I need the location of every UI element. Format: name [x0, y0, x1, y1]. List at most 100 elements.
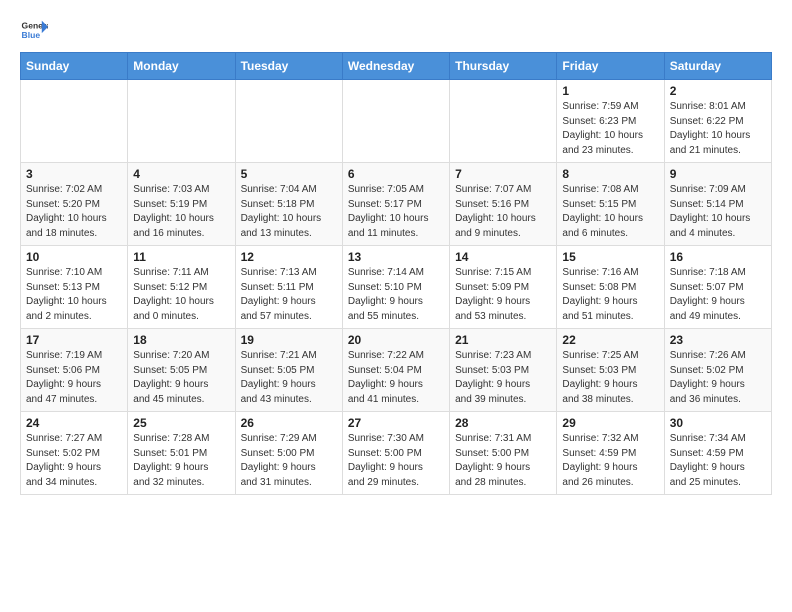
day-info: Sunrise: 7:26 AM Sunset: 5:02 PM Dayligh…: [670, 349, 766, 407]
day-number: 25: [133, 416, 229, 430]
day-info: Sunrise: 7:20 AM Sunset: 5:05 PM Dayligh…: [133, 349, 229, 407]
calendar-cell: 20Sunrise: 7:22 AM Sunset: 5:04 PM Dayli…: [342, 329, 449, 412]
calendar-cell: 14 Sunrise: 7:15 AM Sunset: 5:09 PM Dayli…: [450, 246, 557, 329]
day-info: Sunrise: 7:32 AM Sunset: 4:59 PM Dayligh…: [562, 432, 658, 490]
calendar-cell: 7Sunrise: 7:07 AM Sunset: 5:16 PM Daylig…: [450, 163, 557, 246]
calendar-week-5: 24 Sunrise: 7:27 AM Sunset: 5:02 PM Dayli…: [21, 412, 772, 495]
day-info: Sunrise: 7:25 AM Sunset: 5:03 PM Dayligh…: [562, 349, 658, 407]
day-info: Sunrise: 7:05 AM Sunset: 5:17 PM Dayligh…: [348, 183, 444, 241]
day-number: 14: [455, 250, 551, 264]
day-info: Sunrise: 8:01 AM Sunset: 6:22 PM Dayligh…: [670, 100, 766, 158]
calendar-cell: 23Sunrise: 7:26 AM Sunset: 5:02 PM Dayli…: [664, 329, 771, 412]
weekday-wednesday: Wednesday: [342, 53, 449, 80]
calendar-cell: 24 Sunrise: 7:27 AM Sunset: 5:02 PM Dayli…: [21, 412, 128, 495]
day-number: 27: [348, 416, 444, 430]
day-number: 21: [455, 333, 551, 347]
day-number: 4: [133, 167, 229, 181]
day-info: Sunrise: 7:11 AM Sunset: 5:12 PM Dayligh…: [133, 266, 229, 324]
weekday-thursday: Thursday: [450, 53, 557, 80]
day-number: 24: [26, 416, 122, 430]
day-info: Sunrise: 7:16 AM Sunset: 5:08 PM Dayligh…: [562, 266, 658, 324]
calendar-cell: 6 Sunrise: 7:05 AM Sunset: 5:17 PM Daylig…: [342, 163, 449, 246]
calendar-cell: 22 Sunrise: 7:25 AM Sunset: 5:03 PM Dayli…: [557, 329, 664, 412]
calendar-cell: [21, 80, 128, 163]
day-info: Sunrise: 7:18 AM Sunset: 5:07 PM Dayligh…: [670, 266, 766, 324]
day-number: 13: [348, 250, 444, 264]
day-info: Sunrise: 7:34 AM Sunset: 4:59 PM Dayligh…: [670, 432, 766, 490]
calendar-cell: 8 Sunrise: 7:08 AM Sunset: 5:15 PM Daylig…: [557, 163, 664, 246]
day-info: Sunrise: 7:21 AM Sunset: 5:05 PM Dayligh…: [241, 349, 337, 407]
day-info: Sunrise: 7:28 AM Sunset: 5:01 PM Dayligh…: [133, 432, 229, 490]
day-number: 6: [348, 167, 444, 181]
day-number: 15: [562, 250, 658, 264]
day-number: 1: [562, 84, 658, 98]
calendar-cell: 9 Sunrise: 7:09 AM Sunset: 5:14 PM Daylig…: [664, 163, 771, 246]
day-info: Sunrise: 7:23 AM Sunset: 5:03 PM Dayligh…: [455, 349, 551, 407]
day-number: 11: [133, 250, 229, 264]
day-info: Sunrise: 7:13 AM Sunset: 5:11 PM Dayligh…: [241, 266, 337, 324]
weekday-sunday: Sunday: [21, 53, 128, 80]
calendar-week-1: 1Sunrise: 7:59 AM Sunset: 6:23 PM Daylig…: [21, 80, 772, 163]
calendar-cell: 13 Sunrise: 7:14 AM Sunset: 5:10 PM Dayli…: [342, 246, 449, 329]
calendar-cell: 19 Sunrise: 7:21 AM Sunset: 5:05 PM Dayli…: [235, 329, 342, 412]
calendar-cell: 2Sunrise: 8:01 AM Sunset: 6:22 PM Daylig…: [664, 80, 771, 163]
calendar-cell: 18 Sunrise: 7:20 AM Sunset: 5:05 PM Dayli…: [128, 329, 235, 412]
calendar-cell: 4 Sunrise: 7:03 AM Sunset: 5:19 PM Daylig…: [128, 163, 235, 246]
calendar-cell: [342, 80, 449, 163]
calendar-cell: [235, 80, 342, 163]
day-number: 8: [562, 167, 658, 181]
day-info: Sunrise: 7:15 AM Sunset: 5:09 PM Dayligh…: [455, 266, 551, 324]
day-number: 9: [670, 167, 766, 181]
calendar-cell: 10 Sunrise: 7:10 AM Sunset: 5:13 PM Dayli…: [21, 246, 128, 329]
day-number: 22: [562, 333, 658, 347]
weekday-tuesday: Tuesday: [235, 53, 342, 80]
page-header: General Blue: [20, 16, 772, 44]
calendar-cell: 25 Sunrise: 7:28 AM Sunset: 5:01 PM Dayli…: [128, 412, 235, 495]
calendar-cell: 29Sunrise: 7:32 AM Sunset: 4:59 PM Dayli…: [557, 412, 664, 495]
day-info: Sunrise: 7:09 AM Sunset: 5:14 PM Dayligh…: [670, 183, 766, 241]
calendar-cell: 1Sunrise: 7:59 AM Sunset: 6:23 PM Daylig…: [557, 80, 664, 163]
day-info: Sunrise: 7:02 AM Sunset: 5:20 PM Dayligh…: [26, 183, 122, 241]
logo-icon: General Blue: [20, 16, 48, 44]
day-number: 5: [241, 167, 337, 181]
logo: General Blue: [20, 16, 48, 44]
day-info: Sunrise: 7:19 AM Sunset: 5:06 PM Dayligh…: [26, 349, 122, 407]
day-info: Sunrise: 7:03 AM Sunset: 5:19 PM Dayligh…: [133, 183, 229, 241]
day-number: 17: [26, 333, 122, 347]
day-number: 26: [241, 416, 337, 430]
day-number: 10: [26, 250, 122, 264]
calendar-cell: 12 Sunrise: 7:13 AM Sunset: 5:11 PM Dayli…: [235, 246, 342, 329]
weekday-header-row: SundayMondayTuesdayWednesdayThursdayFrid…: [21, 53, 772, 80]
day-number: 3: [26, 167, 122, 181]
day-info: Sunrise: 7:27 AM Sunset: 5:02 PM Dayligh…: [26, 432, 122, 490]
calendar-cell: 26 Sunrise: 7:29 AM Sunset: 5:00 PM Dayli…: [235, 412, 342, 495]
calendar-week-3: 10 Sunrise: 7:10 AM Sunset: 5:13 PM Dayli…: [21, 246, 772, 329]
day-info: Sunrise: 7:14 AM Sunset: 5:10 PM Dayligh…: [348, 266, 444, 324]
day-info: Sunrise: 7:31 AM Sunset: 5:00 PM Dayligh…: [455, 432, 551, 490]
day-number: 12: [241, 250, 337, 264]
day-number: 18: [133, 333, 229, 347]
svg-text:Blue: Blue: [22, 30, 41, 40]
day-info: Sunrise: 7:29 AM Sunset: 5:00 PM Dayligh…: [241, 432, 337, 490]
day-number: 30: [670, 416, 766, 430]
day-number: 19: [241, 333, 337, 347]
weekday-monday: Monday: [128, 53, 235, 80]
calendar-cell: 17 Sunrise: 7:19 AM Sunset: 5:06 PM Dayli…: [21, 329, 128, 412]
day-info: Sunrise: 7:08 AM Sunset: 5:15 PM Dayligh…: [562, 183, 658, 241]
calendar-cell: 5 Sunrise: 7:04 AM Sunset: 5:18 PM Daylig…: [235, 163, 342, 246]
calendar-table: SundayMondayTuesdayWednesdayThursdayFrid…: [20, 52, 772, 495]
day-info: Sunrise: 7:30 AM Sunset: 5:00 PM Dayligh…: [348, 432, 444, 490]
day-info: Sunrise: 7:07 AM Sunset: 5:16 PM Dayligh…: [455, 183, 551, 241]
day-number: 28: [455, 416, 551, 430]
day-info: Sunrise: 7:04 AM Sunset: 5:18 PM Dayligh…: [241, 183, 337, 241]
calendar-cell: 27 Sunrise: 7:30 AM Sunset: 5:00 PM Dayli…: [342, 412, 449, 495]
calendar-cell: 11 Sunrise: 7:11 AM Sunset: 5:12 PM Dayli…: [128, 246, 235, 329]
calendar-cell: 21 Sunrise: 7:23 AM Sunset: 5:03 PM Dayli…: [450, 329, 557, 412]
day-info: Sunrise: 7:10 AM Sunset: 5:13 PM Dayligh…: [26, 266, 122, 324]
calendar-cell: 16Sunrise: 7:18 AM Sunset: 5:07 PM Dayli…: [664, 246, 771, 329]
day-number: 20: [348, 333, 444, 347]
calendar-cell: 15 Sunrise: 7:16 AM Sunset: 5:08 PM Dayli…: [557, 246, 664, 329]
calendar-cell: [450, 80, 557, 163]
calendar-cell: 30 Sunrise: 7:34 AM Sunset: 4:59 PM Dayli…: [664, 412, 771, 495]
weekday-friday: Friday: [557, 53, 664, 80]
